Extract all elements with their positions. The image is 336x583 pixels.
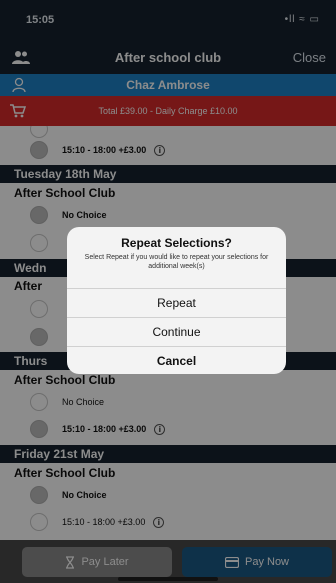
repeat-selections-dialog: Repeat Selections? Select Repeat if you …	[67, 227, 286, 374]
repeat-button[interactable]: Repeat	[67, 288, 286, 316]
continue-button[interactable]: Continue	[67, 317, 286, 345]
cancel-button[interactable]: Cancel	[67, 346, 286, 374]
dialog-title: Repeat Selections?	[121, 236, 232, 250]
home-indicator	[118, 577, 218, 581]
dialog-message: Select Repeat if you would like to repea…	[84, 254, 269, 270]
